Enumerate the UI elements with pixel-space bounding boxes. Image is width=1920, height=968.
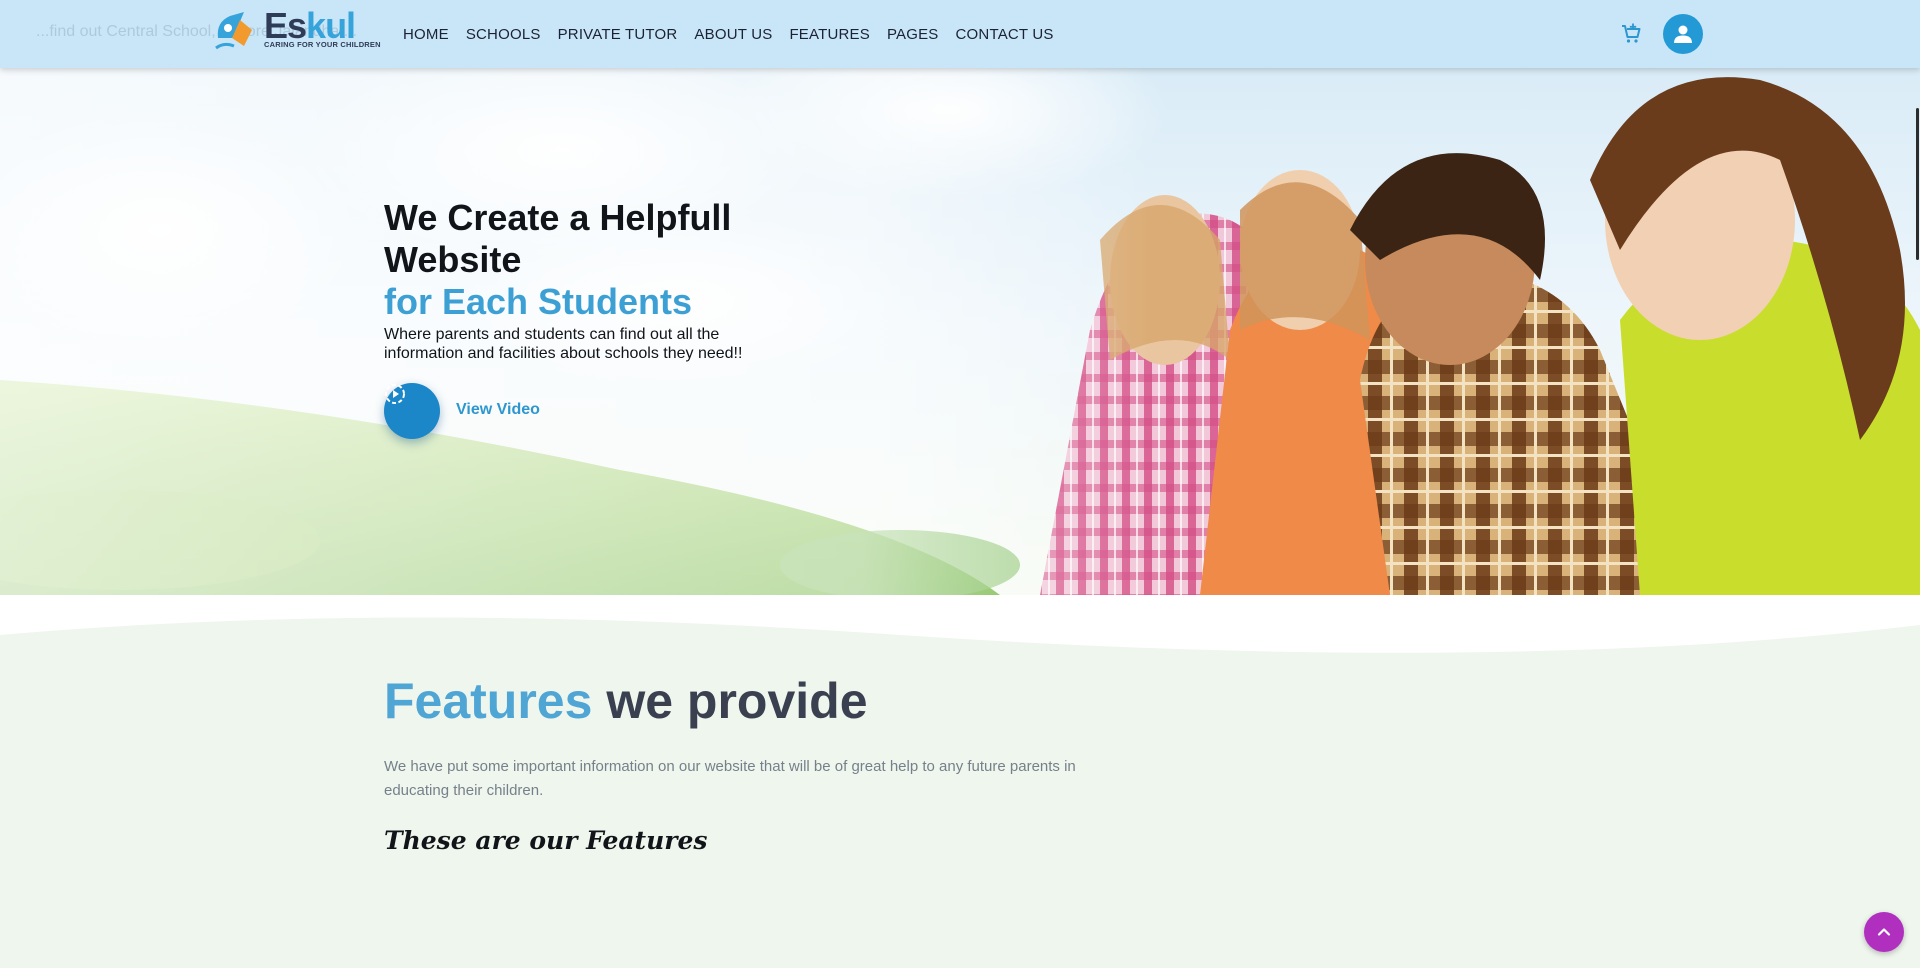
logo-rocket-icon [215, 12, 252, 50]
chevron-up-icon [1877, 928, 1891, 936]
logo-tagline: CARING FOR YOUR CHILDREN [264, 40, 381, 49]
view-video-link[interactable]: View Video [456, 401, 540, 419]
page-scrollbar-thumb[interactable] [1916, 108, 1919, 260]
nav-private-tutor[interactable]: PRIVATE TUTOR [558, 26, 678, 43]
site-logo[interactable]: Eskul CARING FOR YOUR CHILDREN [214, 6, 381, 58]
features-top-wave [0, 595, 1920, 653]
user-icon [1674, 25, 1692, 43]
play-circle-icon [385, 384, 405, 404]
nav-contact-us[interactable]: CONTACT US [956, 26, 1054, 43]
hero-title: We Create a Helpfull Website [384, 197, 732, 280]
features-subheading: These are our Features [384, 826, 708, 855]
hero-section: We Create a Helpfull Website for Each St… [0, 0, 1920, 595]
cart-plus-icon[interactable] [1619, 22, 1643, 46]
nav-about-us[interactable]: ABOUT US [694, 26, 772, 43]
hero-title-accent: for Each Students [384, 281, 693, 322]
nav-home[interactable]: HOME [403, 26, 449, 43]
features-heading: Features we provide [384, 673, 868, 729]
nav-features[interactable]: FEATURES [789, 26, 870, 43]
view-video-button[interactable] [384, 383, 440, 439]
nav-pages[interactable]: PAGES [887, 26, 939, 43]
features-description: We have put some important information o… [384, 758, 1076, 799]
hero-subtitle: Where parents and students can find out … [384, 326, 743, 362]
site-header: ...find out Central School, Lahore Jalan… [0, 0, 1920, 68]
hero-text-block: We Create a Helpfull Website for Each St… [384, 197, 804, 363]
hero-background-image [0, 0, 1920, 595]
nav-schools[interactable]: SCHOOLS [466, 26, 541, 43]
user-account-button[interactable] [1663, 14, 1703, 54]
features-section: Features we provide We have put some imp… [0, 595, 1920, 968]
back-to-top-button[interactable] [1864, 912, 1904, 952]
main-nav: HOME SCHOOLS PRIVATE TUTOR ABOUT US FEAT… [403, 0, 1071, 68]
